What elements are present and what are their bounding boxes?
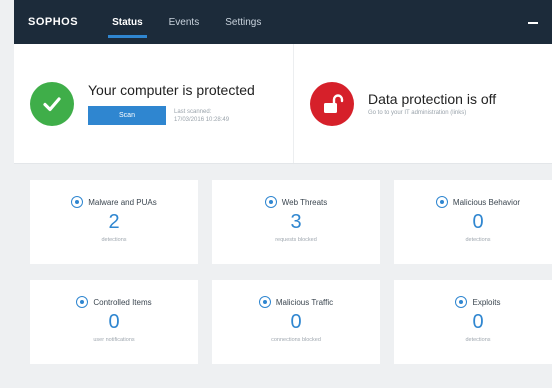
tab-settings[interactable]: Settings: [225, 0, 261, 44]
card-title: Malware and PUAs: [88, 197, 157, 207]
card-malicious-behavior[interactable]: Malicious Behavior 0 detections: [394, 180, 552, 264]
scan-button[interactable]: Scan: [88, 106, 166, 125]
card-malicious-traffic[interactable]: Malicious Traffic 0 connections blocked: [212, 280, 380, 364]
card-value: 0: [472, 211, 484, 233]
protection-status: Your computer is protected Scan Last sca…: [14, 44, 294, 163]
top-navigation-bar: SOPHOS Status Events Settings: [14, 0, 552, 44]
card-malware[interactable]: Malware and PUAs 2 detections: [30, 180, 198, 264]
checkmark-icon: [30, 81, 74, 126]
card-exploits[interactable]: Exploits 0 detections: [394, 280, 552, 364]
card-value: 2: [108, 211, 120, 233]
card-caption: detections: [465, 237, 491, 243]
controlled-items-icon: [76, 296, 89, 308]
card-caption: connections blocked: [271, 337, 321, 343]
card-title: Controlled Items: [93, 297, 152, 307]
data-protection-status: Data protection is off Go to to your IT …: [294, 44, 552, 163]
sophos-logo: SOPHOS: [28, 16, 79, 28]
status-panel: Your computer is protected Scan Last sca…: [14, 44, 552, 164]
card-value: 0: [108, 311, 120, 333]
behavior-icon: [435, 196, 448, 208]
data-protection-title: Data protection is off: [368, 91, 497, 107]
card-title: Malicious Behavior: [452, 197, 521, 207]
last-scan-info: Last scanned: 17/03/2016 10:28:49: [174, 108, 230, 123]
traffic-icon: [258, 296, 271, 308]
card-value: 0: [290, 311, 302, 333]
minimize-icon[interactable]: [528, 22, 538, 24]
protected-title: Your computer is protected: [88, 82, 255, 98]
unlocked-padlock-icon: [310, 81, 354, 126]
tab-status[interactable]: Status: [108, 0, 147, 44]
data-protection-subtitle: Go to to your IT administration (links): [368, 110, 467, 116]
sophos-window: SOPHOS Status Events Settings Your compu…: [14, 0, 552, 388]
card-title: Web Threats: [281, 197, 328, 207]
card-caption: detections: [465, 337, 491, 343]
card-web-threats[interactable]: Web Threats 3 requests blocked: [212, 180, 380, 264]
main-nav: Status Events Settings: [108, 0, 261, 44]
tab-events[interactable]: Events: [169, 0, 200, 44]
card-value: 0: [472, 311, 484, 333]
card-caption: detections: [101, 237, 127, 243]
globe-icon: [264, 196, 277, 208]
card-value: 3: [290, 211, 302, 233]
card-title: Malicious Traffic: [275, 297, 334, 307]
threat-summary-grid: Malware and PUAs 2 detections Web Threat…: [30, 180, 552, 364]
card-controlled-items[interactable]: Controlled Items 0 user notifications: [30, 280, 198, 364]
card-caption: requests blocked: [275, 237, 317, 243]
card-caption: user notifications: [93, 337, 135, 343]
malware-icon: [71, 196, 84, 208]
card-title: Exploits: [472, 297, 501, 307]
exploit-icon: [455, 296, 468, 308]
